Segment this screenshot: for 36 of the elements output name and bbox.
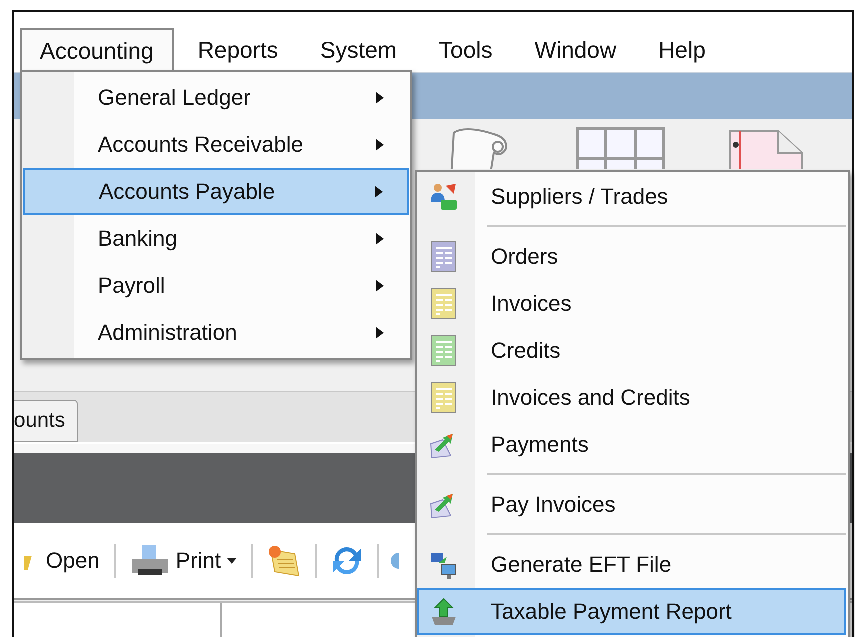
dropdown-caret-icon	[227, 558, 238, 564]
menu-item[interactable]: Payroll	[23, 262, 409, 309]
menu-item[interactable]: Taxable Payment Report	[417, 588, 846, 635]
menu-item[interactable]: Accounting	[20, 28, 174, 72]
submenu-arrow-icon	[376, 138, 384, 150]
document-icon	[431, 382, 457, 414]
print-button[interactable]: Print	[128, 538, 240, 582]
menu-item[interactable]: Payments	[417, 421, 846, 468]
menu-item[interactable]: Credits	[417, 327, 846, 374]
upload-tray-icon	[429, 596, 459, 626]
menu-item[interactable]: Banking	[23, 215, 409, 262]
menu-item[interactable]: Suppliers / Trades	[417, 173, 846, 220]
menu-item[interactable]: Window	[516, 28, 635, 72]
menu-item[interactable]: System	[302, 28, 416, 72]
submenu-arrow-icon	[375, 186, 383, 198]
menu-item[interactable]: Invoices	[417, 280, 846, 327]
document-icon	[431, 288, 457, 320]
document-icon	[431, 334, 457, 366]
people-exchange-icon	[429, 182, 459, 212]
document-icon	[431, 240, 457, 272]
submenu-arrow-icon	[376, 326, 384, 338]
open-button[interactable]: Open	[44, 544, 102, 578]
tab[interactable]: ounts	[14, 400, 78, 442]
menu-item[interactable]: Accounts Payable	[23, 168, 409, 215]
menu-item[interactable]: Generate EFT File	[417, 541, 846, 588]
submenu-arrow-icon	[376, 232, 384, 244]
menu-item[interactable]: Administration	[23, 309, 409, 356]
menu-item[interactable]: Help	[640, 28, 724, 72]
menu-item[interactable]: Pay Invoices	[417, 481, 846, 528]
submenu-arrow-icon	[376, 92, 384, 104]
menu-item[interactable]: Accounts Receivable	[23, 121, 409, 168]
menu-item[interactable]: Reports	[180, 28, 296, 72]
menu-item[interactable]: Tools	[421, 28, 511, 72]
submenu-arrow-icon	[376, 280, 384, 292]
menu-item[interactable]: Invoices and Credits	[417, 374, 846, 421]
menu-item[interactable]: Orders	[417, 233, 846, 280]
